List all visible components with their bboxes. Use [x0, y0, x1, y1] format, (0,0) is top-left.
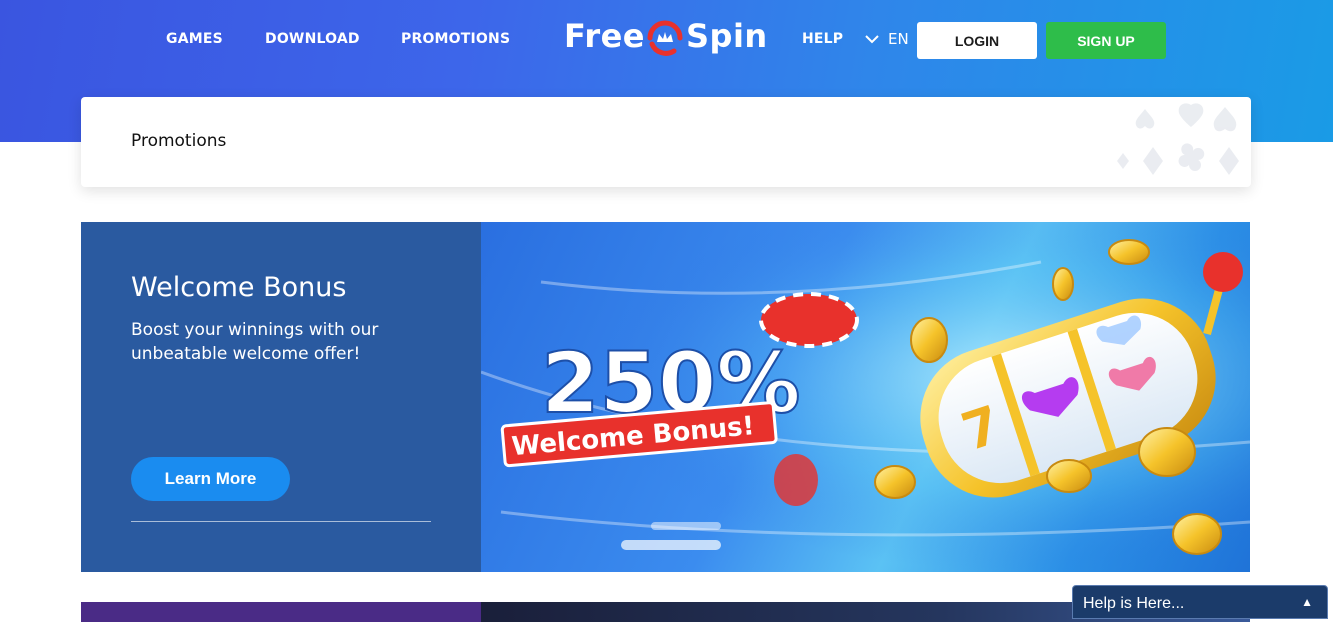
nav-promotions[interactable]: PROMOTIONS	[401, 31, 510, 47]
promo-second-info-panel	[81, 602, 481, 622]
language-selector[interactable]: EN	[864, 30, 909, 48]
promo-welcome-bonus: Welcome Bonus Boost your winnings with o…	[81, 222, 1250, 572]
freespin-logo[interactable]: Free Spin	[564, 15, 767, 59]
logo-text-free: Free	[564, 17, 645, 55]
page-title: Promotions	[131, 131, 227, 151]
promo-divider	[131, 521, 431, 522]
login-button[interactable]: LOGIN	[917, 22, 1037, 59]
chevron-up-icon: ▲	[1301, 595, 1313, 609]
promo-description: Boost your winnings with our unbeatable …	[131, 320, 379, 364]
signup-button[interactable]: SIGN UP	[1046, 22, 1166, 59]
crown-ring-icon	[647, 20, 683, 56]
language-code: EN	[888, 30, 909, 48]
nav-help[interactable]: HELP	[802, 31, 843, 47]
top-nav: GAMES DOWNLOAD PROMOTIONS Free Spin HELP…	[0, 0, 1333, 80]
nav-download[interactable]: DOWNLOAD	[265, 31, 360, 47]
learn-more-button[interactable]: Learn More	[131, 457, 290, 501]
page-title-card: Promotions	[81, 97, 1251, 187]
help-widget-label: Help is Here...	[1083, 595, 1185, 612]
promo-info-panel: Welcome Bonus Boost your winnings with o…	[81, 222, 481, 572]
card-suits-decoration-icon	[1117, 103, 1239, 175]
logo-text-spin: Spin	[686, 17, 768, 55]
help-chat-widget[interactable]: Help is Here... ▲	[1072, 585, 1328, 619]
promo-banner-image[interactable]: 250% Welcome Bonus! 7	[481, 222, 1250, 572]
nav-games[interactable]: GAMES	[166, 31, 223, 47]
chevron-down-icon	[865, 35, 879, 44]
promo-title: Welcome Bonus	[131, 272, 347, 303]
